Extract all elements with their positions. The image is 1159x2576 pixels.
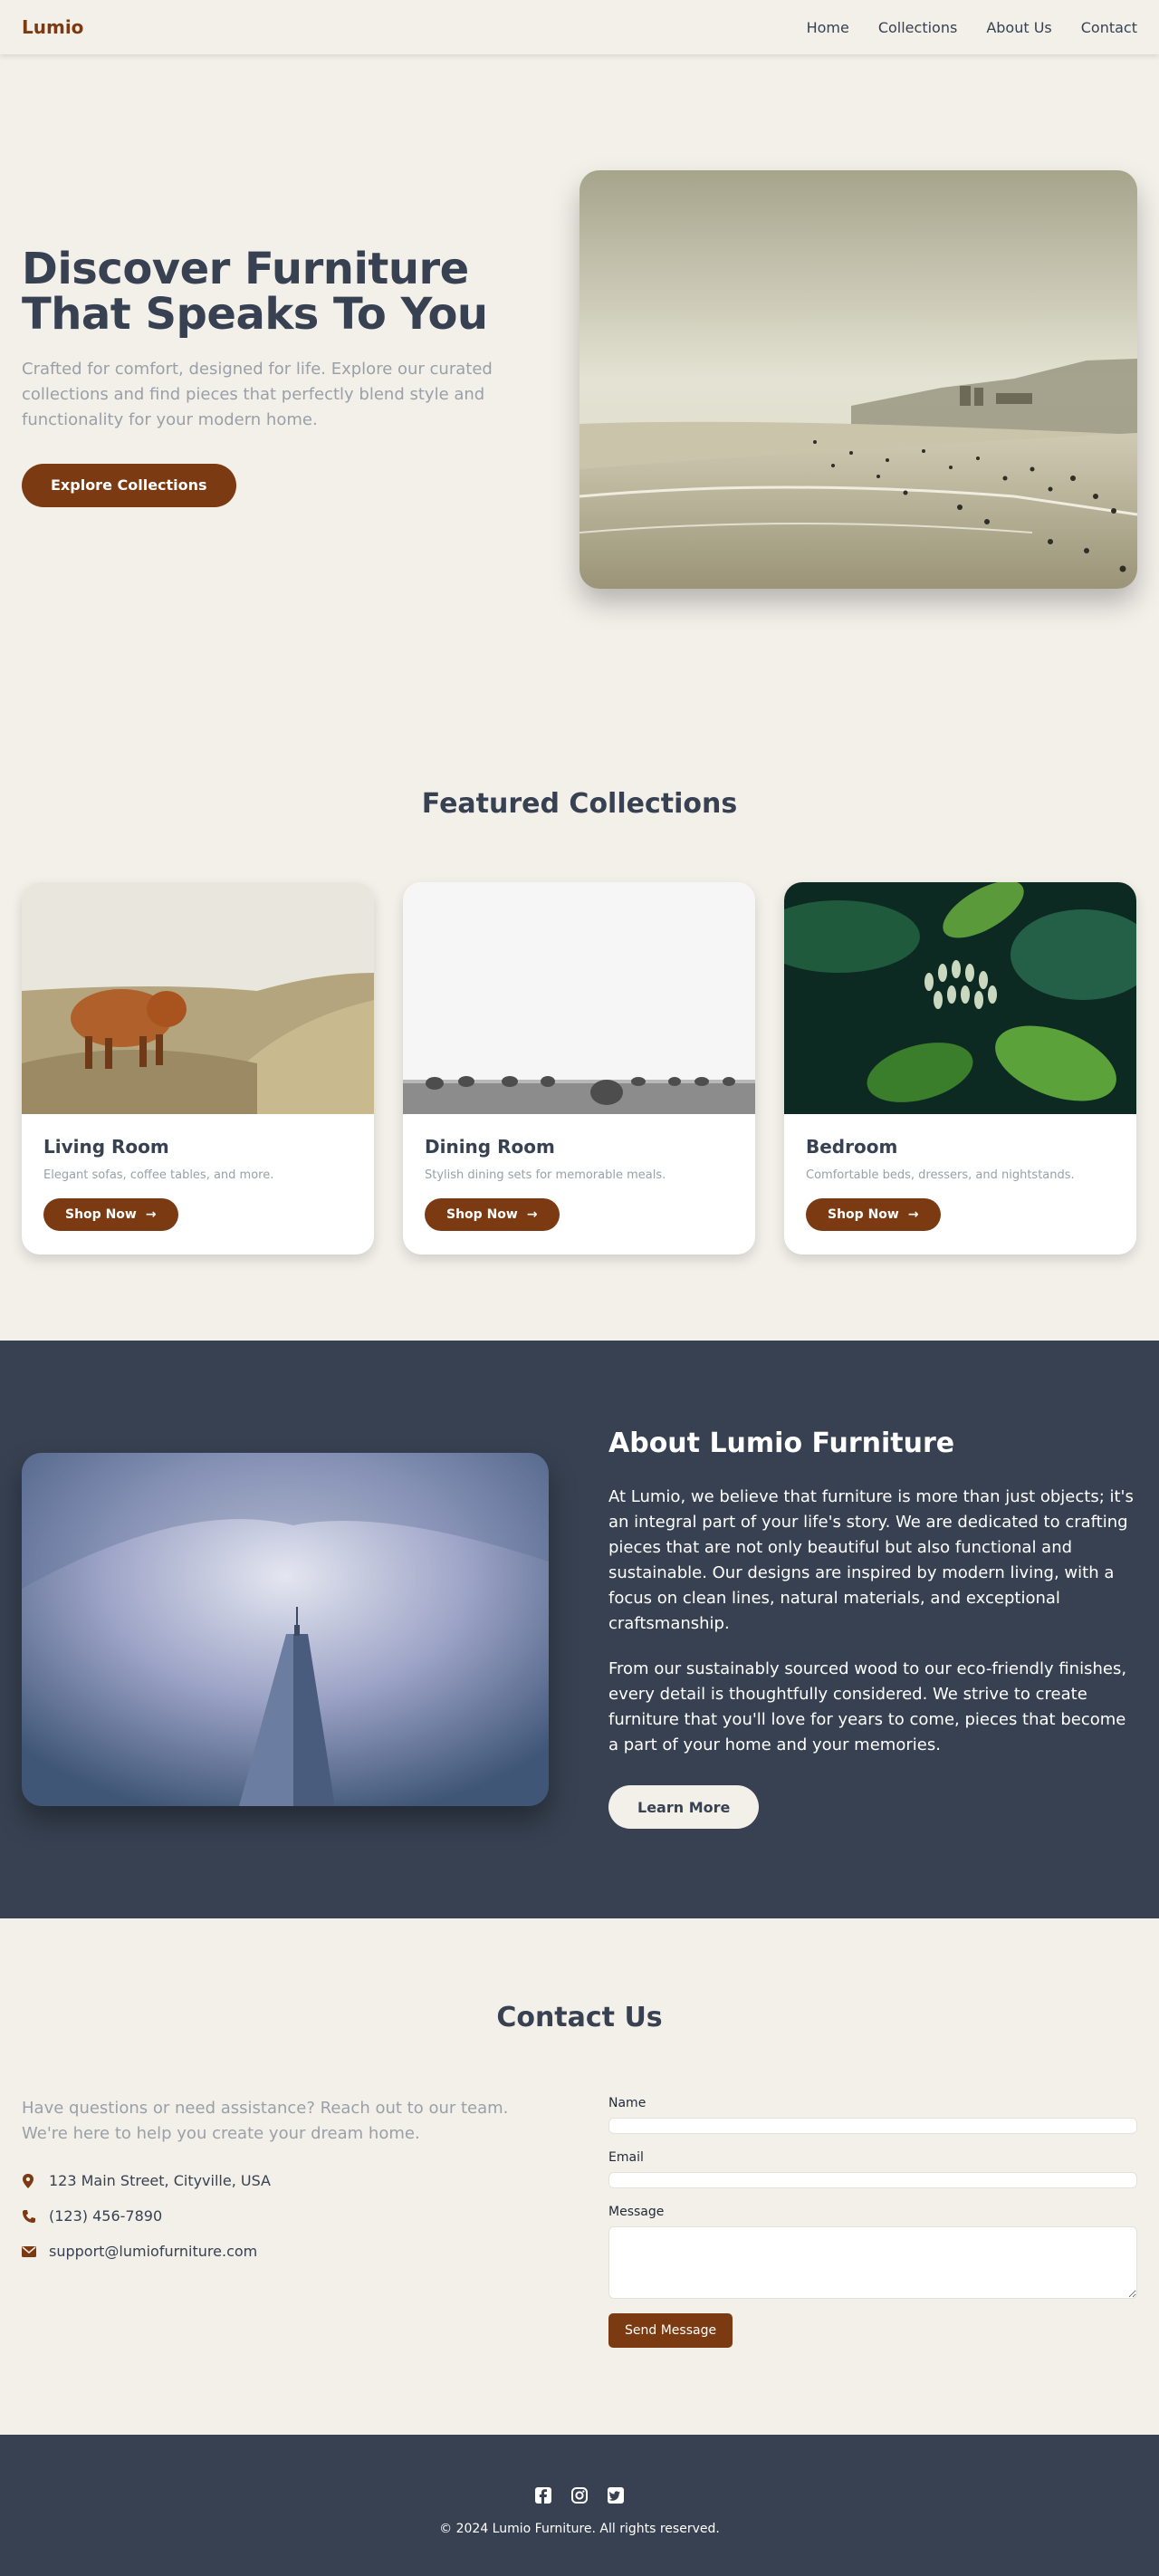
nav-link-home[interactable]: Home <box>807 19 849 36</box>
arrow-right-icon: → <box>907 1207 919 1222</box>
bedroom-image <box>784 882 1136 1114</box>
shop-now-living-room-button[interactable]: Shop Now → <box>43 1198 178 1231</box>
facebook-icon[interactable] <box>535 2487 551 2504</box>
nav-link-contact[interactable]: Contact <box>1081 19 1137 36</box>
shop-now-dining-room-button[interactable]: Shop Now → <box>425 1198 560 1231</box>
collection-card-dining-room: Dining Room Stylish dining sets for memo… <box>403 882 755 1254</box>
card-description: Comfortable beds, dressers, and nightsta… <box>806 1168 1075 1182</box>
phone-icon <box>22 2209 35 2224</box>
hero-section: Discover Furniture That Speaks To You Cr… <box>0 54 1159 706</box>
card-title: Living Room <box>43 1136 169 1158</box>
copyright-text: © 2024 Lumio Furniture. All rights reser… <box>439 2522 720 2536</box>
collection-card-bedroom: Bedroom Comfortable beds, dressers, and … <box>784 882 1136 1254</box>
nav-links: Home Collections About Us Contact <box>807 19 1137 36</box>
contact-title: Contact Us <box>496 2002 663 2033</box>
arrow-right-icon: → <box>526 1207 538 1222</box>
hero-title: Discover Furniture That Speaks To You <box>22 244 488 340</box>
instagram-icon[interactable] <box>571 2487 588 2504</box>
hero-text: Discover Furniture That Speaks To You Cr… <box>22 246 547 507</box>
card-title: Dining Room <box>425 1136 555 1158</box>
message-label: Message <box>608 2205 665 2219</box>
email-label: Email <box>608 2150 644 2165</box>
dining-room-image <box>403 882 755 1114</box>
contact-section: Contact Us Have questions or need assist… <box>0 1918 1159 2435</box>
email-field[interactable] <box>608 2172 1137 2188</box>
about-paragraph-1: At Lumio, we believe that furniture is m… <box>608 1487 1134 1633</box>
nav-link-about[interactable]: About Us <box>986 19 1051 36</box>
about-title: About Lumio Furniture <box>608 1427 955 1459</box>
collection-cards: Living Room Elegant sofas, coffee tables… <box>22 882 1137 1254</box>
site-footer: © 2024 Lumio Furniture. All rights reser… <box>0 2435 1159 2576</box>
explore-collections-button[interactable]: Explore Collections <box>22 464 236 507</box>
name-field[interactable] <box>608 2118 1137 2134</box>
collection-card-living-room: Living Room Elegant sofas, coffee tables… <box>22 882 374 1254</box>
message-field[interactable] <box>608 2226 1137 2299</box>
button-label: Shop Now <box>65 1207 137 1222</box>
about-section: About Lumio Furniture At Lumio, we belie… <box>0 1341 1159 1918</box>
address-text: 123 Main Street, Cityville, USA <box>49 2172 271 2189</box>
phone-text: (123) 456-7890 <box>49 2207 163 2225</box>
contact-intro: Have questions or need assistance? Reach… <box>22 2099 509 2143</box>
send-message-button[interactable]: Send Message <box>608 2313 733 2348</box>
button-label: Shop Now <box>446 1207 518 1222</box>
arrow-right-icon: → <box>145 1207 157 1222</box>
top-navbar: Lumio Home Collections About Us Contact <box>0 0 1159 54</box>
shop-now-bedroom-button[interactable]: Shop Now → <box>806 1198 941 1231</box>
card-description: Elegant sofas, coffee tables, and more. <box>43 1168 274 1182</box>
twitter-icon[interactable] <box>608 2487 624 2504</box>
social-links <box>0 2487 1159 2504</box>
card-title: Bedroom <box>806 1136 898 1158</box>
contact-info: Have questions or need assistance? Reach… <box>22 2096 551 2260</box>
hero-beach-image <box>580 170 1137 589</box>
email-text[interactable]: support@lumiofurniture.com <box>49 2243 257 2260</box>
learn-more-button[interactable]: Learn More <box>608 1785 760 1829</box>
contact-email: support@lumiofurniture.com <box>22 2243 551 2260</box>
map-pin-icon <box>22 2173 34 2188</box>
button-label: Shop Now <box>828 1207 899 1222</box>
about-text: About Lumio Furniture At Lumio, we belie… <box>608 1427 1137 1829</box>
about-paragraph-2: From our sustainably sourced wood to our… <box>608 1659 1127 1754</box>
hero-subtitle: Crafted for comfort, designed for life. … <box>22 360 493 429</box>
featured-collections-section: Featured Collections Living Room Elegant… <box>0 706 1159 1341</box>
contact-form: Name Email Message Send Message <box>608 2096 1137 2348</box>
about-tower-image <box>22 1453 549 1806</box>
featured-title: Featured Collections <box>421 788 738 820</box>
contact-address: 123 Main Street, Cityville, USA <box>22 2172 551 2189</box>
card-description: Stylish dining sets for memorable meals. <box>425 1168 666 1182</box>
envelope-icon <box>22 2244 36 2259</box>
name-label: Name <box>608 2096 647 2110</box>
nav-link-collections[interactable]: Collections <box>878 19 957 36</box>
contact-phone: (123) 456-7890 <box>22 2207 551 2225</box>
brand-logo[interactable]: Lumio <box>22 16 83 38</box>
living-room-image <box>22 882 374 1114</box>
